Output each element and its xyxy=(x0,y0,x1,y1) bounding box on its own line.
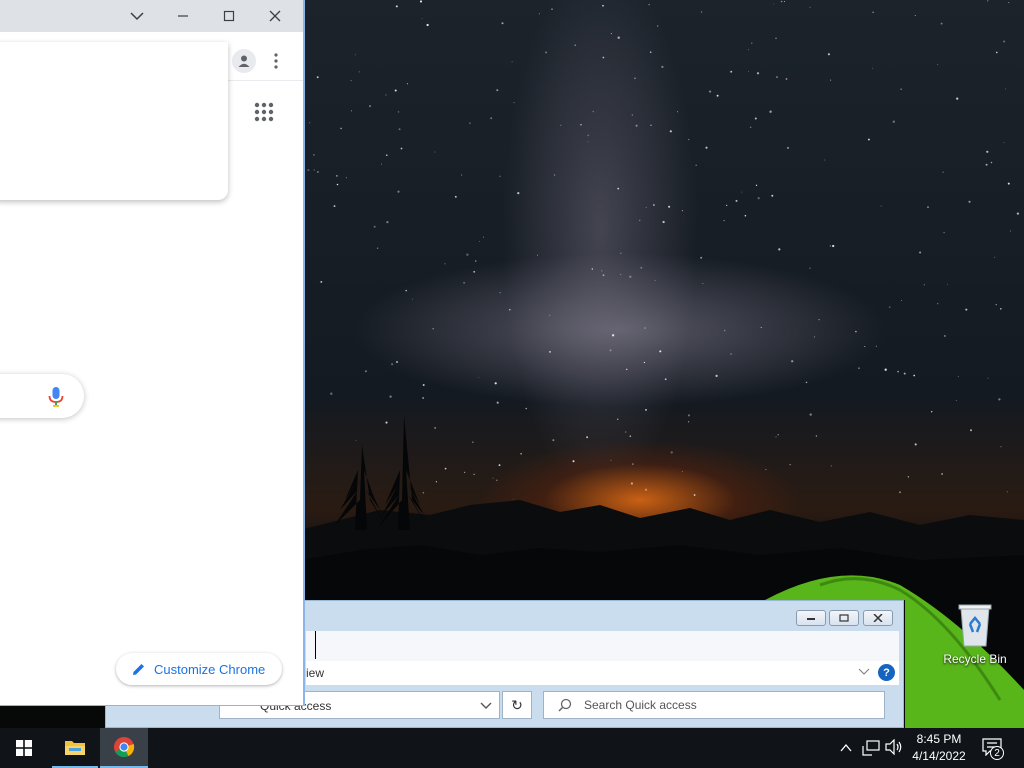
profile-button[interactable] xyxy=(232,49,256,73)
more-vert-icon xyxy=(274,53,278,69)
close-icon xyxy=(873,614,883,622)
text-caret xyxy=(315,631,316,659)
person-icon xyxy=(238,55,250,67)
folder-icon xyxy=(65,741,85,755)
recycle-bin-label: Recycle Bin xyxy=(943,652,1007,666)
pencil-icon xyxy=(133,664,144,675)
minimize-button[interactable] xyxy=(160,0,206,32)
restore-button[interactable] xyxy=(829,610,859,626)
chrome-window[interactable]: Customize Chrome xyxy=(0,0,305,706)
taskbar-file-explorer[interactable] xyxy=(52,728,98,768)
network-icon[interactable] xyxy=(862,740,880,756)
maximize-icon xyxy=(223,10,235,22)
tab-view[interactable]: iew xyxy=(306,666,324,680)
clock[interactable]: 8:45 PM 4/14/2022 xyxy=(906,731,972,765)
search-placeholder: Search Quick access xyxy=(584,698,697,712)
chrome-icon xyxy=(114,737,135,758)
refresh-icon: ↻ xyxy=(511,696,523,713)
refresh-button[interactable]: ↻ xyxy=(502,691,532,719)
chevron-down-icon xyxy=(130,12,144,21)
windows-logo-icon xyxy=(16,740,32,756)
microphone-icon[interactable] xyxy=(46,386,66,408)
recycle-bin-icon xyxy=(958,604,992,647)
volume-icon[interactable] xyxy=(885,739,903,755)
close-button[interactable] xyxy=(252,0,298,32)
google-search-box[interactable] xyxy=(0,374,84,418)
recycle-bin-shortcut[interactable]: Recycle Bin xyxy=(940,600,1010,666)
omnibox-dropdown xyxy=(0,42,228,200)
minimize-icon xyxy=(807,618,815,620)
ribbon-tab-bar: iew xyxy=(306,661,899,685)
address-dropdown-icon[interactable] xyxy=(480,701,492,711)
restore-icon xyxy=(839,614,849,622)
tab-search-button[interactable] xyxy=(114,0,160,32)
chevron-up-icon[interactable] xyxy=(840,743,852,753)
taskbar: 8:45 PM 4/14/2022 2 xyxy=(0,728,1024,768)
minimize-icon xyxy=(178,15,188,17)
notification-badge: 2 xyxy=(990,746,1004,760)
maximize-button[interactable] xyxy=(206,0,252,32)
close-icon xyxy=(269,10,281,22)
customize-chrome-label: Customize Chrome xyxy=(154,661,266,677)
search-input[interactable]: Search Quick access xyxy=(543,691,885,719)
search-icon xyxy=(558,698,572,712)
chevron-down-icon[interactable] xyxy=(858,667,870,677)
ribbon-area xyxy=(306,631,899,661)
clock-time: 8:45 PM xyxy=(916,732,962,746)
minimize-button[interactable] xyxy=(796,610,826,626)
taskbar-chrome[interactable] xyxy=(100,728,148,768)
help-icon[interactable]: ? xyxy=(878,664,895,681)
clock-date: 4/14/2022 xyxy=(912,749,966,763)
google-apps-icon[interactable] xyxy=(252,100,276,124)
close-button[interactable] xyxy=(863,610,893,626)
start-button[interactable] xyxy=(0,728,48,768)
customize-chrome-button[interactable]: Customize Chrome xyxy=(116,653,282,685)
chrome-titlebar[interactable] xyxy=(0,0,303,32)
chrome-menu-button[interactable] xyxy=(266,49,286,73)
action-center-button[interactable]: 2 xyxy=(982,738,1008,760)
